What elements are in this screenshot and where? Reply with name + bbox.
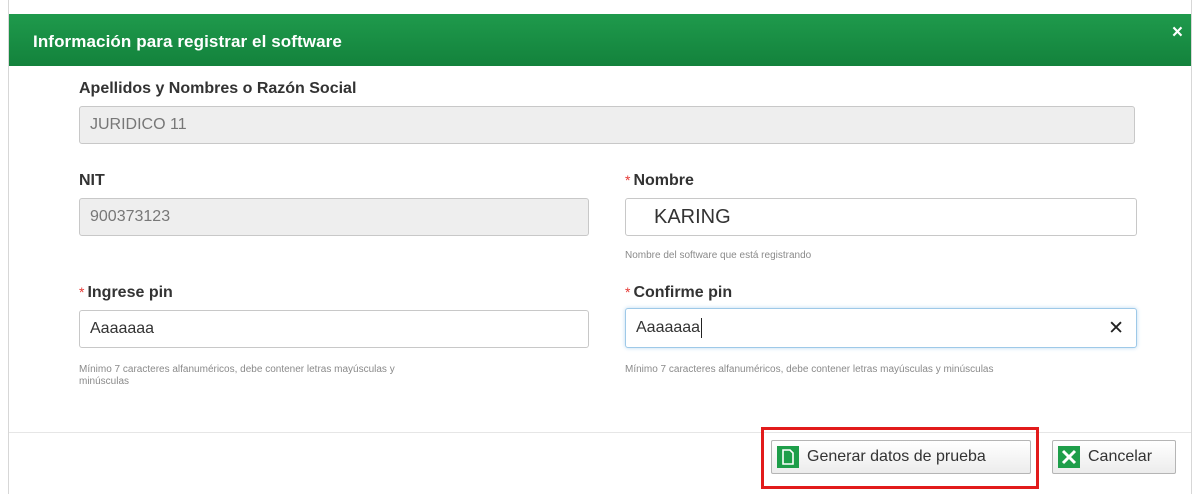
- close-icon[interactable]: ×: [1172, 23, 1183, 42]
- register-software-dialog: Información para registrar el software ×…: [8, 0, 1192, 494]
- pin-label: * Ingrese pin: [79, 284, 173, 302]
- pin-input[interactable]: Aaaaaaa: [79, 310, 589, 348]
- nombre-label: * Nombre: [625, 172, 694, 190]
- confirm-pin-help: Mínimo 7 caracteres alfanuméricos, debe …: [625, 364, 994, 375]
- razon-social-label-text: Apellidos y Nombres o Razón Social: [79, 80, 357, 97]
- confirm-pin-label-text: Confirme pin: [633, 284, 733, 301]
- nombre-label-text: Nombre: [633, 172, 694, 189]
- nombre-input[interactable]: KARING: [625, 198, 1137, 236]
- nit-value: 900373123: [90, 208, 171, 225]
- dialog-title: Información para registrar el software: [33, 32, 342, 51]
- pin-help-line1: Mínimo 7 caracteres alfanuméricos, debe …: [79, 364, 395, 375]
- confirm-pin-input[interactable]: Aaaaaaa ✕: [625, 308, 1137, 348]
- dialog-header: Información para registrar el software ×: [9, 14, 1191, 66]
- pin-help-line2: minúsculas: [79, 376, 130, 387]
- razon-social-value: JURIDICO 11: [90, 116, 187, 133]
- required-mark: *: [625, 284, 631, 300]
- cancel-label: Cancelar: [1088, 448, 1153, 465]
- confirm-pin-value: Aaaaaaa: [636, 319, 701, 336]
- nit-label-text: NIT: [79, 172, 105, 189]
- x-icon: [1058, 446, 1080, 468]
- nombre-value: KARING: [654, 205, 731, 228]
- nit-field[interactable]: 900373123: [79, 198, 589, 236]
- nombre-help: Nombre del software que está registrando: [625, 250, 812, 261]
- razon-social-label: Apellidos y Nombres o Razón Social: [79, 80, 356, 98]
- clear-icon[interactable]: ✕: [1108, 317, 1124, 340]
- confirm-pin-label: * Confirme pin: [625, 284, 732, 302]
- required-mark: *: [625, 172, 631, 188]
- text-caret: [701, 318, 703, 338]
- pin-help: Mínimo 7 caracteres alfanuméricos, debe …: [79, 364, 395, 388]
- highlight-box: [761, 427, 1039, 489]
- razon-social-field[interactable]: JURIDICO 11: [79, 106, 1135, 144]
- required-mark: *: [79, 284, 85, 300]
- pin-label-text: Ingrese pin: [87, 284, 173, 301]
- pin-value: Aaaaaaa: [90, 320, 155, 337]
- nit-label: NIT: [79, 172, 105, 190]
- cancel-button[interactable]: Cancelar: [1052, 440, 1176, 474]
